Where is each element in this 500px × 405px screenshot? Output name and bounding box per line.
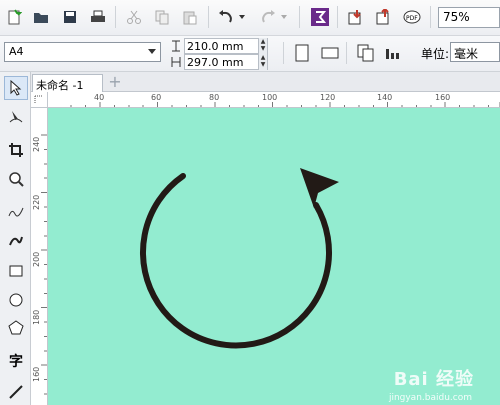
page-width-field: 210.0 mm ▲ ▼ [170,38,276,54]
freehand-tool-icon[interactable] [4,200,28,224]
ruler-label: 100 [262,93,278,102]
page-height-field: 297.0 mm ▲ ▼ [170,54,276,70]
redo-icon[interactable] [258,7,278,27]
horizontal-ruler[interactable]: 40 60 80 100 120 140 160 [48,92,500,108]
undo-dropdown-icon[interactable] [236,7,248,27]
ruler-label: 160 [435,93,451,102]
drawing-canvas[interactable]: Bai 经验 jingyan.baidu.com [48,108,500,405]
pick-tool-icon[interactable] [4,76,28,100]
watermark-url: jingyan.baidu.com [388,393,472,403]
ruler-origin-corner[interactable] [31,92,48,108]
publish-pdf-icon[interactable]: PDF [402,7,422,27]
ruler-label: 160 [32,366,41,382]
ellipse-tool-icon[interactable] [4,288,28,312]
open-folder-icon[interactable] [31,7,51,27]
ruler-label: 80 [209,93,220,102]
zoom-tool-icon[interactable] [4,167,28,191]
ruler-label: 120 [320,93,336,102]
all-pages-icon[interactable] [356,43,376,63]
height-icon [170,55,182,69]
document-tabbar: 未命名 -1 + [31,72,500,92]
ruler-label: 40 [94,93,105,102]
polygon-tool-icon[interactable] [4,316,28,340]
cut-icon[interactable] [124,7,144,27]
copy-icon[interactable] [152,7,172,27]
text-tool-icon[interactable]: 字 [4,349,28,373]
height-spinner[interactable]: ▲ ▼ [258,54,267,70]
ruler-label: 140 [377,93,393,102]
document-tab[interactable]: 未命名 -1 [32,74,103,92]
standard-toolbar: PDF 75% [0,0,500,36]
svg-text:PDF: PDF [406,15,418,22]
app-launcher-icon[interactable] [310,7,330,27]
crop-tool-icon[interactable] [4,138,28,162]
ruler-label: 220 [32,194,41,210]
portrait-icon[interactable] [292,43,312,63]
page-height-input[interactable]: 297.0 mm [184,54,268,70]
new-document-icon[interactable] [4,7,24,27]
current-page-icon[interactable] [384,43,404,63]
save-icon[interactable] [60,7,80,27]
circular-arrow[interactable] [48,108,500,405]
chevron-down-icon[interactable] [145,44,159,60]
ruler-label: 200 [32,251,41,267]
units-label: 单位: [421,47,450,61]
watermark-logo: Bai 经验 [393,369,474,390]
vertical-ruler[interactable]: 240 220 200 180 160 [31,108,48,405]
export-icon[interactable] [374,7,394,27]
ruler-label: 60 [151,93,162,102]
redo-dropdown-icon[interactable] [278,7,290,27]
new-tab-plus-icon[interactable]: + [106,74,124,91]
artistic-media-tool-icon[interactable] [4,229,28,253]
toolbox: 字 [0,72,31,405]
units-select[interactable]: 毫米 [450,42,500,62]
print-icon[interactable] [88,7,108,27]
ruler-label: 240 [32,136,41,152]
dimension-tool-icon[interactable] [4,380,28,404]
shape-tool-icon[interactable] [4,105,28,129]
page-width-input[interactable]: 210.0 mm [184,38,268,54]
width-spinner[interactable]: ▲ ▼ [258,38,267,54]
paste-icon[interactable] [180,7,200,27]
zoom-level-field[interactable]: 75% [438,7,500,28]
undo-icon[interactable] [216,7,236,27]
property-bar: A4 210.0 mm ▲ ▼ 297.0 mm ▲ ▼ 单位: 毫米 [0,36,500,72]
import-icon[interactable] [346,7,366,27]
rectangle-tool-icon[interactable] [4,259,28,283]
landscape-icon[interactable] [320,43,340,63]
ruler-label: 180 [32,309,41,325]
page-size-value: A4 [9,45,24,58]
width-icon [170,39,182,53]
page-size-select[interactable]: A4 [4,42,161,62]
